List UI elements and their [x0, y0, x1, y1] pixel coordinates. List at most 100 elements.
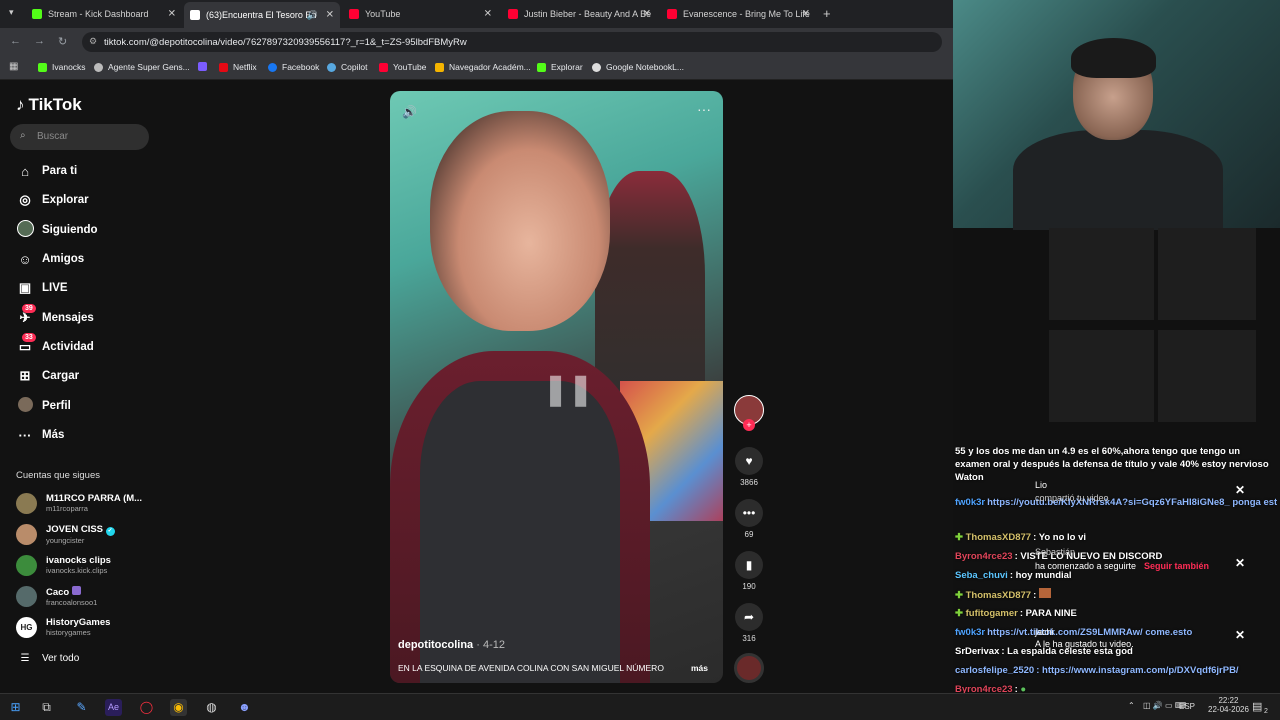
nav-amigos[interactable]: ☺ Amigos	[16, 249, 84, 269]
notification-text: ha comenzado a seguirte	[1035, 561, 1137, 571]
start-icon[interactable]: ⊞	[7, 699, 24, 716]
notification-text: compartió tu video	[1035, 493, 1109, 503]
forward-icon[interactable]: →	[34, 35, 45, 47]
avatar	[16, 585, 37, 607]
notification-center-icon[interactable]: ▤	[1252, 700, 1262, 713]
youtube-icon	[508, 9, 518, 19]
kick-icon	[38, 62, 47, 72]
clock[interactable]: 22:22 22-04-2026	[1208, 696, 1249, 714]
caption-more-button[interactable]: más	[691, 663, 708, 673]
nav-perfil[interactable]: Perfil	[16, 396, 71, 416]
comment-icon: •••	[735, 499, 763, 527]
bookmark-notebooklm[interactable]: Google NotebookL...	[592, 62, 684, 72]
following-account[interactable]: Caco francoalonsoo1	[16, 582, 97, 610]
sound-disc[interactable]	[733, 653, 765, 683]
nav-actividad[interactable]: ▭ 33 Actividad	[16, 333, 94, 357]
nav-para-ti[interactable]: ⌂ Para ti	[16, 161, 77, 181]
video-person-face	[430, 111, 610, 331]
tiktok-icon	[190, 10, 200, 20]
avatar	[16, 492, 37, 514]
video-author[interactable]: depotitocolina · 4-12	[398, 639, 505, 651]
nav-cargar[interactable]: ⊞ Cargar	[16, 366, 80, 386]
video-apron	[420, 381, 620, 683]
like-button[interactable]: ♥ 3866	[733, 447, 765, 487]
following-account[interactable]: HG HistoryGames historygames	[16, 613, 110, 641]
follow-plus-icon[interactable]: +	[743, 419, 755, 431]
bookmark-button[interactable]: ▮ 190	[733, 551, 765, 591]
bookmark-navegador[interactable]: Navegador Académ...	[435, 62, 531, 72]
search-icon: ⌕	[20, 130, 26, 141]
task-view-icon[interactable]: ⧉	[38, 699, 55, 716]
tab-kick-dashboard[interactable]: Stream - Kick Dashboard ✕	[26, 4, 182, 24]
video-player[interactable]: 🔊 ··· ❚❚ depotitocolina · 4-12 EN LA ESQ…	[390, 91, 723, 683]
bookmark-facebook[interactable]: Facebook	[268, 62, 319, 72]
tab-youtube[interactable]: YouTube ✕	[343, 4, 498, 24]
nav-siguiendo[interactable]: Siguiendo	[16, 220, 98, 240]
tab-justin-bieber[interactable]: Justin Bieber - Beauty And A Be ✕	[502, 4, 657, 24]
tab-search-icon[interactable]: ▾	[9, 7, 14, 18]
app-icon[interactable]: ✎	[73, 699, 90, 716]
close-icon[interactable]: ✕	[1235, 557, 1245, 570]
pause-icon[interactable]: ❚❚	[543, 372, 593, 407]
navegador-icon	[435, 62, 444, 72]
tab-evanescence[interactable]: Evanescence - Bring Me To Life ✕	[661, 4, 816, 24]
tiktok-logo[interactable]: ♪ TikTok	[16, 95, 82, 115]
bookmark-icon: ▮	[735, 551, 763, 579]
following-account[interactable]: ivanocks clips ivanocks.kick.clips	[16, 551, 111, 579]
bookmark-copilot[interactable]: Copilot	[327, 62, 367, 72]
apps-icon[interactable]: ▦	[9, 61, 18, 72]
bookmark-app-icon	[198, 62, 207, 71]
chrome-icon[interactable]: ◉	[170, 699, 187, 716]
tab-tiktok[interactable]: (63)Encuentra El Tesoro En 🔊 ✕	[184, 2, 340, 28]
bookmark-ivanocks[interactable]: Ivanocks	[38, 62, 86, 72]
creator-avatar[interactable]: +	[733, 395, 765, 431]
volume-icon[interactable]: 🔊	[402, 105, 417, 119]
close-tab-icon[interactable]: ✕	[326, 10, 334, 21]
chat-message: carlosfelipe_2520: https://www.instagram…	[955, 665, 1239, 676]
comment-button[interactable]: ••• 69	[733, 499, 765, 539]
bookmark-agente[interactable]: Agente Super Gens...	[94, 62, 190, 72]
close-tab-icon[interactable]: ✕	[484, 9, 492, 20]
after-effects-icon[interactable]: Ae	[105, 699, 122, 716]
follow-back-button[interactable]: Seguir también	[1144, 560, 1209, 573]
notification-count: 2	[1264, 708, 1268, 715]
more-options-icon[interactable]: ···	[697, 101, 711, 117]
notification-name: Sebastián	[1035, 547, 1076, 557]
youtube-icon	[667, 9, 677, 19]
emote-icon	[1038, 588, 1051, 598]
search-input[interactable]: ⌕ Buscar	[10, 124, 149, 150]
nav-mas[interactable]: ··· Más	[16, 425, 65, 445]
webcam-hair	[1071, 38, 1156, 78]
new-tab-button[interactable]: +	[823, 6, 831, 21]
bookmark-youtube[interactable]: YouTube	[379, 62, 426, 72]
see-all-link[interactable]: ☰ Ver todo	[16, 648, 80, 668]
site-info-icon[interactable]: ⚙	[89, 36, 97, 47]
url-input[interactable]: ⚙ tiktok.com/@depotitocolina/video/762789…	[82, 32, 942, 52]
tray-chevron-icon[interactable]: ⌃	[1128, 701, 1135, 710]
following-account[interactable]: M11RCO PARRA (M... m11rcoparra	[16, 489, 142, 517]
reload-icon[interactable]: ↻	[58, 35, 67, 48]
close-icon[interactable]: ✕	[1235, 484, 1245, 497]
nav-mensajes[interactable]: ✈ 39 Mensajes	[16, 304, 94, 328]
nav-live[interactable]: ▣ LIVE	[16, 278, 68, 298]
bookmark-netflix[interactable]: Netflix	[219, 62, 257, 72]
obs-icon[interactable]: ◍	[203, 699, 220, 716]
speaker-icon[interactable]: 🔊	[307, 10, 318, 21]
browser-tab-bar: Stream - Kick Dashboard ✕ (63)Encuentra E…	[0, 0, 953, 28]
overlay-panel	[1049, 330, 1154, 422]
close-tab-icon[interactable]: ✕	[802, 9, 810, 20]
opera-icon[interactable]: ◯	[138, 699, 155, 716]
close-icon[interactable]: ✕	[1235, 629, 1245, 642]
bookmark-explorar[interactable]: Explorar	[537, 62, 583, 72]
notification-text: A le ha gustado tu video.	[1035, 639, 1134, 649]
following-account[interactable]: JOVEN CISS ✓ youngcister	[16, 520, 115, 548]
back-icon[interactable]: ←	[10, 35, 21, 47]
share-icon: ➦	[735, 603, 763, 631]
bookmark-icon-only[interactable]	[198, 62, 212, 71]
discord-icon[interactable]: ☻	[236, 699, 253, 716]
close-tab-icon[interactable]: ✕	[168, 9, 176, 20]
close-tab-icon[interactable]: ✕	[643, 9, 651, 20]
nav-explorar[interactable]: ◎ Explorar	[16, 190, 88, 210]
language-indicator[interactable]: ESP	[1179, 702, 1195, 711]
share-button[interactable]: ➦ 316	[733, 603, 765, 643]
